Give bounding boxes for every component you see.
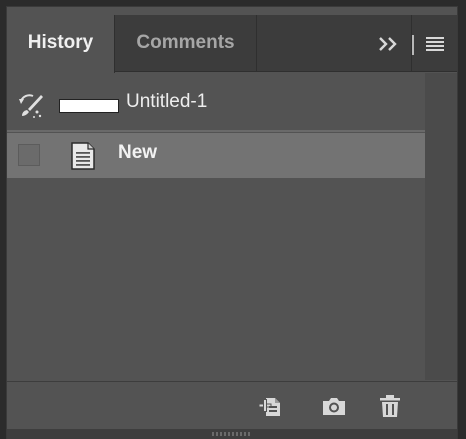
snapshot-label[interactable]: Untitled-1 (126, 91, 207, 113)
camera-snapshot-icon[interactable] (321, 393, 347, 419)
scrollbar-track[interactable] (425, 73, 457, 380)
history-source-checkbox[interactable] (18, 144, 40, 166)
bottom-toolbar (7, 381, 457, 429)
resize-grip[interactable] (7, 429, 457, 439)
new-document-from-state-icon[interactable] (257, 393, 283, 419)
tab-bar-divider (412, 35, 414, 55)
history-list: Untitled-1 New (7, 73, 425, 380)
snapshot-thumbnail (59, 99, 119, 113)
hamburger-menu-icon[interactable] (425, 36, 445, 52)
tab-bar: History Comments (7, 15, 457, 73)
trash-icon[interactable] (377, 393, 403, 419)
snapshot-separator (7, 130, 425, 132)
history-state-label[interactable]: New (118, 142, 157, 164)
history-brush-icon[interactable] (17, 92, 45, 120)
double-chevron-right-icon[interactable] (377, 35, 399, 53)
tab-history[interactable]: History (7, 15, 115, 73)
tab-comments[interactable]: Comments (115, 15, 257, 72)
snapshot-row[interactable]: Untitled-1 (7, 79, 425, 129)
grip-dots (212, 432, 252, 436)
document-icon (71, 142, 95, 170)
history-state-row[interactable]: New (7, 133, 425, 178)
history-panel: History Comments Untitled-1 New (6, 6, 458, 439)
